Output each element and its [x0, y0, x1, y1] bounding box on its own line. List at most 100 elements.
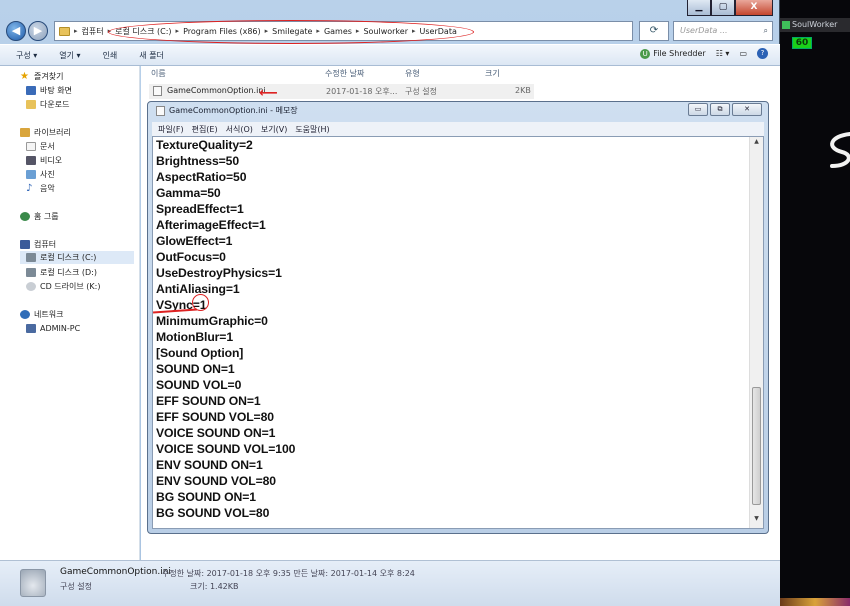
file-shredder-label: File Shredder: [653, 49, 706, 58]
notepad-close-button[interactable]: ✕: [732, 103, 762, 116]
breadcrumb-separator: ▸: [355, 27, 360, 35]
red-arrow-annotation: ⟵: [259, 86, 278, 101]
text-line: ENV SOUND ON=1: [156, 458, 263, 472]
game-window: SoulWorker 60: [780, 0, 850, 606]
text-line: BG SOUND ON=1: [156, 490, 256, 504]
minimize-button[interactable]: ▁: [687, 0, 711, 16]
text-line: EFF SOUND ON=1: [156, 394, 261, 408]
sidebar-label: 로컬 디스크 (D:): [40, 268, 97, 277]
sidebar-item-network[interactable]: 네트워크: [20, 308, 63, 321]
back-arrow-icon[interactable]: ◀: [6, 21, 26, 41]
help-icon[interactable]: ?: [757, 48, 768, 59]
notepad-restore-button[interactable]: ⧉: [710, 103, 730, 116]
drive-icon: [26, 268, 36, 277]
close-button[interactable]: X: [735, 0, 773, 16]
notepad-window-controls: ▭ ⧉ ✕: [688, 103, 762, 116]
sidebar-label: 바탕 화면: [40, 86, 72, 95]
notepad-icon: [156, 105, 165, 116]
drive-icon: [26, 253, 36, 262]
menu-edit[interactable]: 편집(E): [192, 124, 218, 135]
text-line: MotionBlur=1: [156, 330, 234, 344]
vertical-scrollbar[interactable]: ▲ ▼: [749, 137, 763, 528]
breadcrumb-soulworker[interactable]: Soulworker: [363, 27, 408, 36]
forward-arrow-icon[interactable]: ▶: [28, 21, 48, 41]
picture-icon: [26, 170, 36, 179]
maximize-button[interactable]: ▢: [711, 0, 735, 16]
menu-file[interactable]: 파일(F): [158, 124, 184, 135]
text-line: VOICE SOUND VOL=100: [156, 442, 296, 456]
column-size[interactable]: 크기: [485, 68, 500, 79]
sidebar-item-documents[interactable]: 문서: [26, 140, 55, 153]
column-modified[interactable]: 수정한 날짜: [325, 68, 364, 79]
view-options-icon[interactable]: ☷ ▾: [716, 49, 730, 58]
breadcrumb-userdata[interactable]: UserData: [420, 27, 457, 36]
toolbar-right: U File Shredder ☷ ▾ ▭ ?: [640, 48, 768, 59]
search-input[interactable]: UserData ... ⌕: [673, 21, 773, 41]
sidebar-item-desktop[interactable]: 바탕 화면: [26, 84, 72, 97]
sidebar-item-videos[interactable]: 비디오: [26, 154, 62, 167]
sidebar-item-admin-pc[interactable]: ADMIN-PC: [26, 322, 80, 335]
file-shredder-button[interactable]: U File Shredder: [640, 48, 706, 59]
text-line: VOICE SOUND ON=1: [156, 426, 276, 440]
sidebar-item-libraries[interactable]: 라이브러리: [20, 126, 71, 139]
preview-pane-icon[interactable]: ▭: [739, 49, 747, 58]
game-title-bar[interactable]: SoulWorker: [780, 18, 850, 32]
notepad-title-bar: GameCommonOption.ini - 메모장: [156, 105, 298, 116]
notepad-text-area[interactable]: TextureQuality=2 Brightness=50 AspectRatio…: [152, 136, 764, 529]
notepad-minimize-button[interactable]: ▭: [688, 103, 708, 116]
breadcrumb-separator: ▸: [316, 27, 320, 35]
sidebar-label: 사진: [40, 170, 55, 179]
details-dates: 수정한 날짜: 2017-01-18 오후 9:35 만든 날짜: 2017-0…: [162, 569, 415, 578]
menu-view[interactable]: 보기(V): [261, 124, 287, 135]
column-type[interactable]: 유형: [405, 68, 420, 79]
sidebar-item-music[interactable]: ♪ 음악: [26, 182, 55, 195]
menu-format[interactable]: 서식(O): [226, 124, 253, 135]
scrollbar-thumb[interactable]: [752, 387, 761, 505]
text-line: MinimumGraphic=0: [156, 314, 268, 328]
sidebar-item-drive-d[interactable]: 로컬 디스크 (D:): [26, 266, 97, 279]
sidebar-item-cd-drive[interactable]: CD 드라이브 (K:): [26, 280, 100, 293]
table-row[interactable]: GameCommonOption.ini 2017-01-18 오후... 구성…: [149, 84, 534, 99]
breadcrumb-separator: ▸: [412, 27, 416, 35]
text-line: Brightness=50: [156, 154, 240, 168]
text-line: UseDestroyPhysics=1: [156, 266, 282, 280]
refresh-icon[interactable]: ⟳: [639, 21, 669, 41]
menu-help[interactable]: 도움말(H): [295, 124, 329, 135]
breadcrumb-games[interactable]: Games: [324, 27, 352, 36]
sidebar-item-drive-c[interactable]: 로컬 디스크 (C:): [20, 251, 134, 264]
notepad-window: GameCommonOption.ini - 메모장 ▭ ⧉ ✕ 파일(F) 편…: [147, 101, 769, 534]
search-placeholder: UserData ...: [680, 26, 728, 35]
sidebar-label: 다운로드: [40, 100, 70, 109]
breadcrumb-computer[interactable]: 컴퓨터: [82, 26, 104, 37]
breadcrumb-program-files[interactable]: Program Files (x86): [183, 27, 261, 36]
sidebar-item-favorites[interactable]: ★ 즐겨찾기: [20, 70, 63, 83]
breadcrumb-smilegate[interactable]: Smilegate: [272, 27, 312, 36]
new-folder-button[interactable]: 새 폴더: [139, 50, 164, 61]
computer-icon: [20, 240, 30, 249]
downloads-folder-icon: [26, 100, 36, 109]
sidebar-item-homegroup[interactable]: 홈 그룹: [20, 210, 59, 223]
print-button[interactable]: 인쇄: [103, 50, 118, 61]
sidebar-label: 로컬 디스크 (C:): [40, 253, 97, 262]
text-line: AfterimageEffect=1: [156, 218, 266, 232]
open-button[interactable]: 열기 ▾: [59, 50, 80, 61]
scroll-up-arrow-icon[interactable]: ▲: [750, 138, 763, 150]
organize-button[interactable]: 구성 ▾: [16, 50, 37, 61]
game-logo-graphic: [830, 132, 850, 168]
column-name[interactable]: 이름: [151, 68, 166, 79]
breadcrumb-separator: ▸: [175, 27, 180, 35]
breadcrumb-drive-c[interactable]: 로컬 디스크 (C:): [115, 26, 171, 37]
breadcrumb-separator: ▸: [107, 27, 112, 35]
sidebar-item-downloads[interactable]: 다운로드: [26, 98, 69, 111]
explorer-window: ▁ ▢ X ◀ ▶ ▸ 컴퓨터 ▸ 로컬 디스크 (C:) ▸ Program …: [0, 0, 780, 606]
settings-file-icon: [20, 569, 46, 597]
address-bar-area: ◀ ▶ ▸ 컴퓨터 ▸ 로컬 디스크 (C:) ▸ Program Files …: [6, 20, 773, 42]
sidebar-item-pictures[interactable]: 사진: [26, 168, 55, 181]
details-size: 크기: 1.42KB: [190, 582, 239, 591]
computer-icon: [26, 324, 36, 333]
breadcrumb[interactable]: ▸ 컴퓨터 ▸ 로컬 디스크 (C:) ▸ Program Files (x86…: [54, 21, 633, 41]
sidebar-label: 라이브러리: [34, 128, 71, 137]
scroll-down-arrow-icon[interactable]: ▼: [750, 515, 763, 527]
sidebar-item-computer[interactable]: 컴퓨터: [20, 238, 56, 251]
text-line: [Sound Option]: [156, 346, 244, 360]
